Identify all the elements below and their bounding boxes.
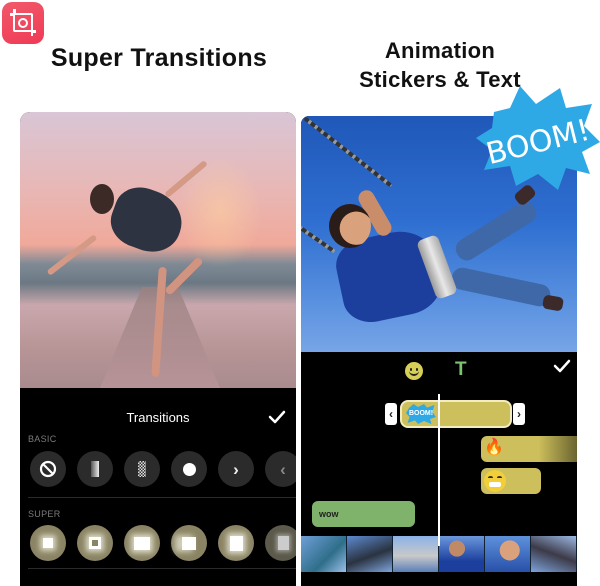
boy-head: [329, 204, 371, 248]
face-eye: [488, 476, 493, 479]
sticker-clip-fire[interactable]: 🔥: [481, 436, 577, 462]
blur-rect-icon: [277, 536, 289, 550]
transition-super-3-button[interactable]: [124, 525, 160, 561]
transition-none-button[interactable]: [30, 451, 66, 487]
film-frame: [439, 536, 485, 572]
dancer-dress: [103, 179, 191, 261]
sticker-clip-boom[interactable]: BOOM!: [400, 400, 512, 428]
boy-shoe: [541, 294, 565, 312]
boom-sticker: BOOM!: [476, 86, 600, 190]
tall-rect-icon: [229, 535, 243, 551]
transitions-screen: Transitions BASIC › ‹ SUPER: [20, 112, 296, 586]
headline-super-transitions: Super Transitions: [50, 44, 268, 72]
swing-chain: [303, 116, 393, 188]
checkmark-icon[interactable]: [553, 359, 571, 373]
headline-line-1: Animation: [384, 38, 496, 63]
transition-slide-right-button[interactable]: ›: [218, 451, 254, 487]
transition-super-6-button[interactable]: [265, 525, 296, 561]
dancer-leg: [164, 256, 204, 296]
fire-icon: 🔥: [484, 439, 504, 456]
motion-rect-icon: [182, 536, 196, 550]
crop-corner: [30, 31, 33, 36]
checkmark-icon[interactable]: [268, 410, 286, 424]
lens-shape: [18, 17, 28, 28]
video-preview-dancer: [20, 112, 296, 388]
film-frame: [531, 536, 577, 572]
face-eye: [497, 476, 502, 479]
divider: [28, 568, 296, 569]
grinning-face-icon: [484, 470, 506, 492]
glow-square-icon: [43, 538, 53, 548]
sticker-clip-grin[interactable]: [481, 468, 541, 494]
boy-leg: [449, 265, 553, 309]
dancer-head: [90, 184, 114, 214]
circle-dot-icon: [182, 462, 196, 476]
section-label-super: SUPER: [28, 509, 61, 519]
film-frame: [301, 536, 347, 572]
dancer-arm: [46, 234, 98, 276]
film-frame: [347, 536, 393, 572]
smiley-icon[interactable]: [405, 362, 423, 380]
chevron-right-icon: ›: [233, 459, 239, 479]
transition-circle-button[interactable]: [171, 451, 207, 487]
trim-handle-left[interactable]: ‹: [385, 403, 397, 425]
film-frame: [485, 536, 531, 572]
transition-dissolve-button[interactable]: [124, 451, 160, 487]
chevron-left-icon: ‹: [280, 459, 286, 479]
text-tab-button[interactable]: T: [455, 359, 467, 381]
transition-slide-left-button[interactable]: ‹: [265, 451, 296, 487]
transition-super-1-button[interactable]: [30, 525, 66, 561]
frame-square-icon: [89, 537, 101, 549]
divider: [28, 497, 296, 498]
timeline-playhead[interactable]: [438, 394, 440, 546]
dancer-arm: [164, 159, 208, 199]
transition-super-5-button[interactable]: [218, 525, 254, 561]
glow-rect-icon: [134, 536, 150, 550]
prohibited-icon: [39, 460, 57, 478]
smiley-mouth: [409, 371, 419, 376]
film-frame: [393, 536, 439, 572]
text-clip-wow[interactable]: wow: [312, 501, 415, 527]
face-teeth: [489, 482, 501, 487]
transition-fade-button[interactable]: [77, 451, 113, 487]
boom-sticker-thumbnail: BOOM!: [406, 404, 436, 424]
app-logo-icon: [2, 2, 44, 44]
boy-leg: [452, 197, 540, 265]
checker-dissolve-icon: [138, 461, 146, 477]
section-label-basic: BASIC: [28, 434, 57, 444]
transition-super-4-button[interactable]: [171, 525, 207, 561]
trim-handle-right[interactable]: ›: [513, 403, 525, 425]
crop-corner: [13, 9, 16, 14]
transitions-title: Transitions: [126, 410, 190, 425]
gradient-fade-icon: [91, 461, 99, 477]
transition-super-2-button[interactable]: [77, 525, 113, 561]
